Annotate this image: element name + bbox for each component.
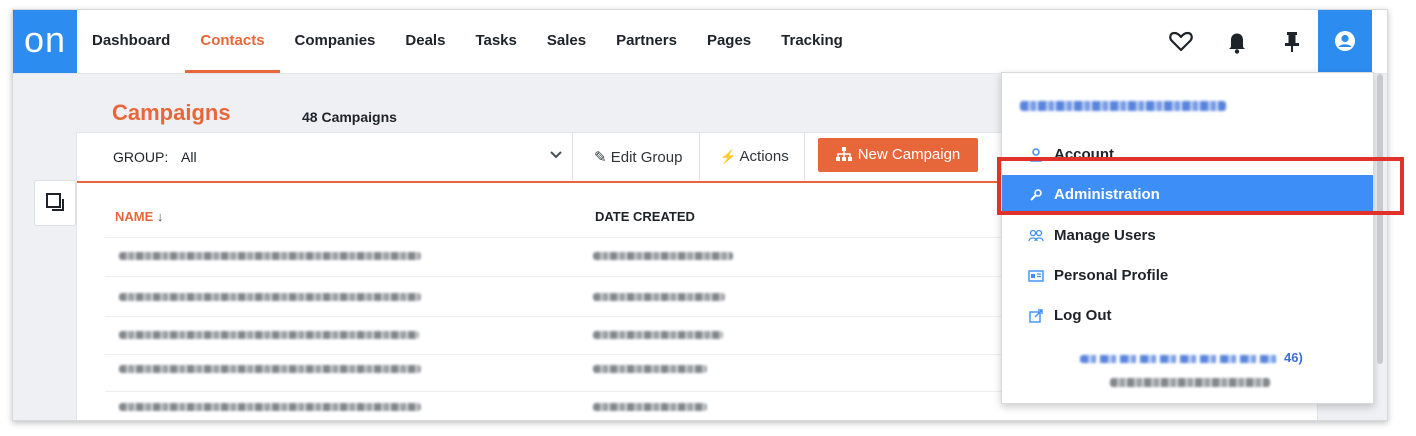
nav-item-partners[interactable]: Partners [601, 10, 692, 73]
divider [572, 133, 573, 181]
date-created-redacted [593, 365, 707, 373]
account-info-redacted [1110, 378, 1270, 387]
date-created-redacted [593, 403, 707, 411]
dropdown-scrollbar[interactable] [1377, 74, 1383, 364]
bolt-icon: ⚡ [720, 149, 737, 164]
divider [699, 133, 700, 181]
id-card-icon [1028, 270, 1044, 282]
sitemap-icon [835, 147, 852, 161]
nav-item-companies[interactable]: Companies [280, 10, 391, 73]
column-header-date-created[interactable]: DATE CREATED [595, 209, 695, 224]
nav-item-dashboard[interactable]: Dashboard [77, 10, 185, 73]
campaign-name-redacted[interactable] [119, 252, 421, 260]
callout-highlight-box [997, 157, 1404, 215]
ontraport-logo[interactable]: on [13, 10, 77, 73]
menu-item-log-out[interactable]: Log Out [1002, 296, 1373, 336]
bell-icon[interactable] [1220, 24, 1254, 58]
new-campaign-button[interactable]: New Campaign [818, 138, 978, 172]
menu-item-manage-users[interactable]: Manage Users [1002, 216, 1373, 256]
menu-item-personal-profile[interactable]: Personal Profile [1002, 256, 1373, 296]
date-created-redacted [593, 293, 725, 301]
heart-icon[interactable] [1164, 24, 1198, 58]
account-id-suffix: 46) [1284, 350, 1303, 365]
main-nav: Dashboard Contacts Companies Deals Tasks… [77, 10, 858, 73]
nav-item-deals[interactable]: Deals [390, 10, 460, 73]
edit-group-button[interactable]: ✎ Edit Group [594, 148, 682, 166]
external-link-icon [1029, 309, 1043, 323]
campaign-name-redacted[interactable] [119, 403, 421, 411]
menu-item-label: Log Out [1054, 307, 1112, 324]
pencil-icon: ✎ [594, 149, 607, 166]
copy-icon [46, 193, 64, 211]
edit-group-label: Edit Group [610, 149, 683, 166]
pin-icon[interactable] [1275, 24, 1309, 58]
nav-item-pages[interactable]: Pages [692, 10, 766, 73]
users-icon [1028, 229, 1044, 242]
app-window: on Dashboard Contacts Companies Deals Ta… [12, 9, 1388, 421]
sort-arrow-icon: ↓ [156, 209, 164, 224]
page-title: Campaigns [112, 100, 231, 125]
group-label: GROUP: [113, 149, 169, 165]
campaign-name-redacted[interactable] [119, 331, 419, 339]
new-campaign-label: New Campaign [857, 146, 961, 163]
divider [804, 133, 805, 181]
menu-item-label: Manage Users [1054, 227, 1156, 244]
copy-view-button[interactable] [34, 180, 76, 226]
campaign-name-redacted[interactable] [119, 293, 421, 301]
date-created-redacted [593, 252, 733, 260]
actions-button[interactable]: ⚡ Actions [720, 148, 789, 165]
nav-item-sales[interactable]: Sales [532, 10, 601, 73]
campaign-count: 48 Campaigns [302, 109, 397, 125]
column-header-name[interactable]: NAME ↓ [115, 209, 163, 224]
actions-label: Actions [739, 148, 789, 165]
user-circle-icon [1335, 31, 1355, 51]
campaign-name-redacted[interactable] [119, 365, 421, 373]
menu-item-label: Personal Profile [1054, 267, 1169, 284]
date-created-redacted [593, 331, 723, 339]
top-navigation-bar: on Dashboard Contacts Companies Deals Ta… [13, 10, 1387, 83]
user-dropdown-menu: Account Administration Manage Users Pers… [1001, 72, 1374, 404]
nav-item-tracking[interactable]: Tracking [766, 10, 858, 73]
group-select[interactable]: All [181, 149, 197, 165]
user-name-redacted [1020, 101, 1226, 111]
nav-item-contacts[interactable]: Contacts [185, 10, 280, 73]
chevron-down-icon[interactable] [549, 147, 563, 161]
nav-item-tasks[interactable]: Tasks [460, 10, 531, 73]
user-menu-button[interactable] [1318, 10, 1372, 83]
